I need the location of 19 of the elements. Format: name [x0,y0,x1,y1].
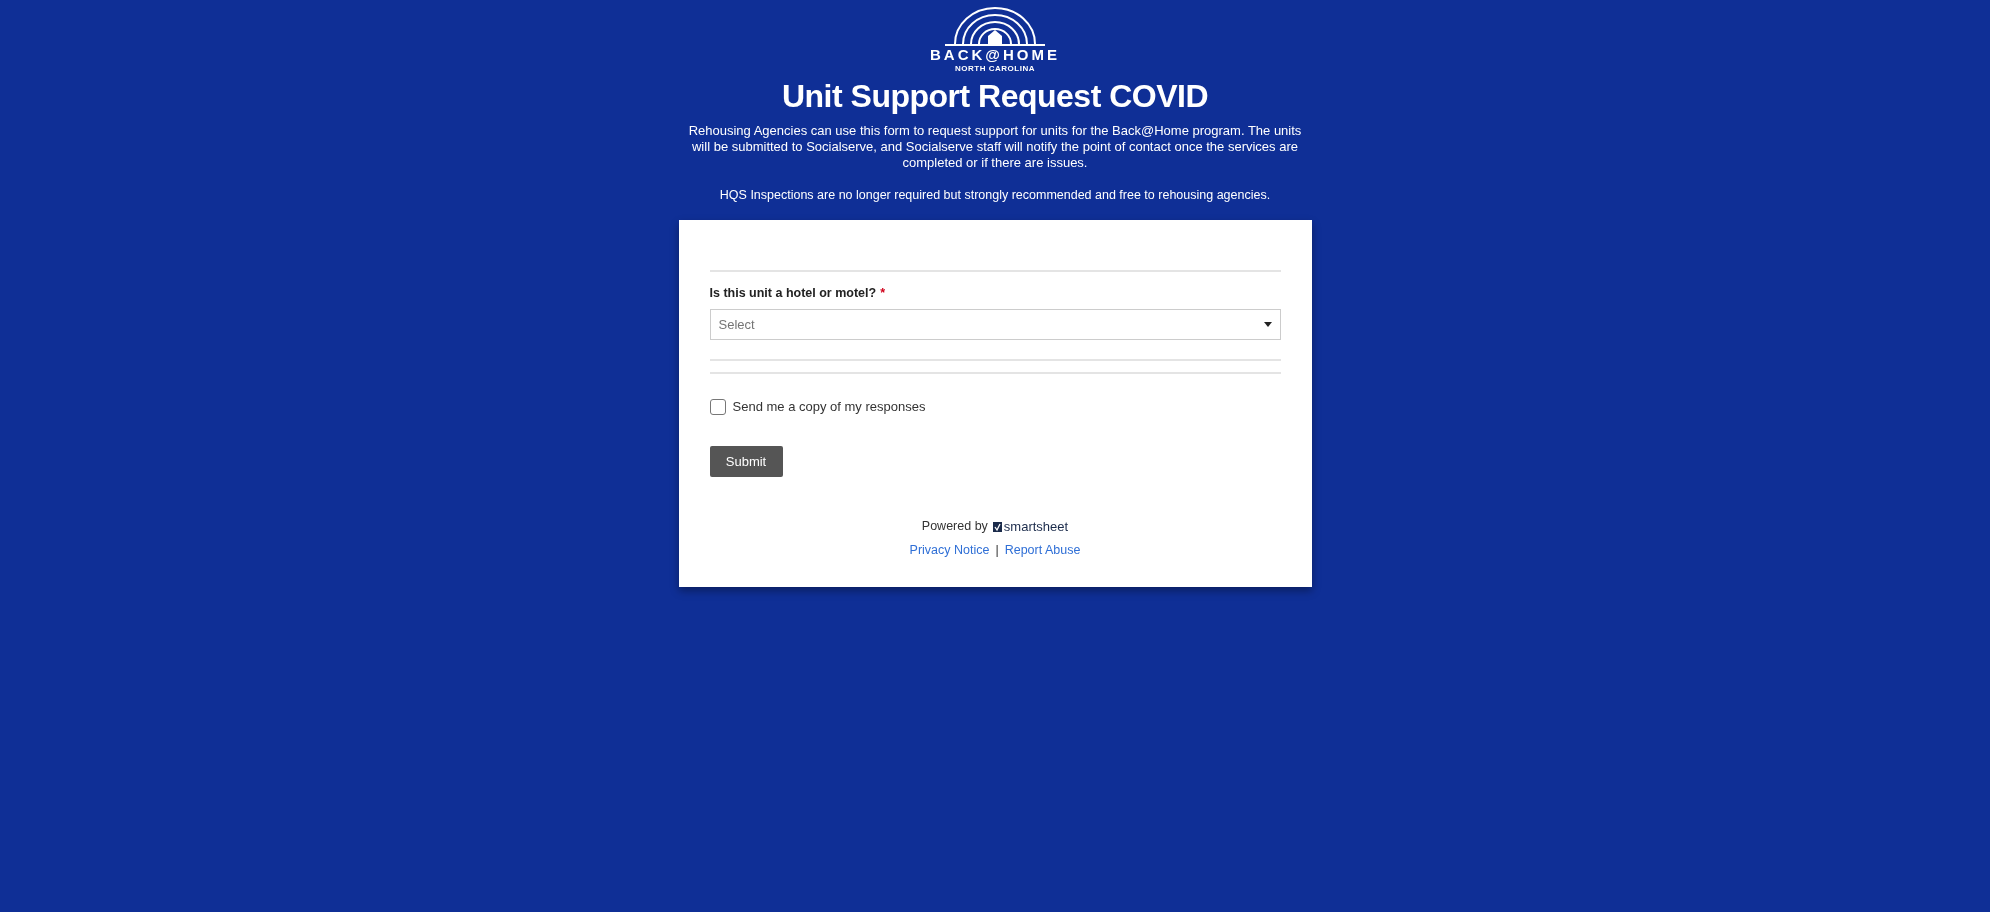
form-description: Rehousing Agencies can use this form to request support for units for the Back@Home program. The units will be submitted to Socialserve, and Socialserve staff will notify the point of contact once the services are completed or if there are issues. [687,123,1303,171]
caret-icon [1263,321,1272,327]
rainbow-house-icon [943,6,1047,46]
page-title: Unit Support Request COVID [781,77,1209,115]
logo-wordmark: BACK@HOME [930,46,1060,64]
submit-button[interactable]: Submit [709,446,783,478]
copy-checkbox[interactable] [709,398,726,415]
logo-subtitle: NORTH CAROLINA [955,64,1035,73]
powered-by-text: Powered by [921,518,988,536]
brand-logo: smartsheet [992,519,1069,534]
select-dropdown[interactable]: Select [709,308,1281,340]
checkbox-label: Send me a copy of my responses [732,397,926,416]
privacy-notice-link[interactable]: Privacy Notice [909,541,990,560]
form-note: HQS Inspections are no longer required but strongly recommended and free to rehousing agencies. [718,187,1272,203]
question-label: Is this unit a hotel or motel? [709,285,877,302]
report-abuse-link[interactable]: Report Abuse [1004,541,1081,560]
link-separator: | [995,542,999,559]
check-square-icon [992,521,1002,532]
required-mark: * [880,285,886,302]
